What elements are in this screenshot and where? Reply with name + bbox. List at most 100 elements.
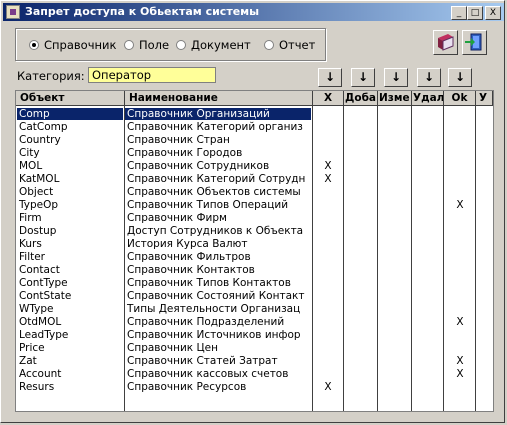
category-field[interactable]: Оператор [88, 67, 216, 83]
cell-object[interactable]: Dostup [17, 225, 123, 237]
cell-name[interactable]: Справочник Стран [125, 134, 311, 146]
cell-name[interactable]: История Курса Валют [125, 238, 311, 250]
cell-ok-mark[interactable]: X [452, 355, 468, 367]
title-bar[interactable]: Запрет доступа к Обьектам системы _ □ X [3, 3, 504, 21]
book-button[interactable] [433, 30, 458, 55]
cell-object[interactable]: Object [17, 186, 123, 198]
column-header-add[interactable]: Доба [344, 91, 378, 106]
table-row[interactable]: Price Справочник Цен [16, 342, 493, 355]
cell-object[interactable]: Contact [17, 264, 123, 276]
down-arrow-button-add[interactable]: ↓ [351, 68, 375, 87]
cell-object[interactable]: CatComp [17, 121, 123, 133]
cell-name[interactable]: Справочник Источников инфор [125, 329, 311, 341]
cell-object[interactable]: Resurs [17, 381, 123, 393]
table-row[interactable]: Firm Справочник Фирм [16, 212, 493, 225]
minimize-button[interactable]: _ [451, 6, 467, 20]
table-row[interactable]: WType Типы Деятельности Организац [16, 303, 493, 316]
table-row[interactable]: CatComp Справочник Категорий организ [16, 121, 493, 134]
table-row[interactable]: LeadType Справочник Источников инфор [16, 329, 493, 342]
cell-name[interactable]: Справочник Цен [125, 342, 311, 354]
table-row[interactable]: Kurs История Курса Валют [16, 238, 493, 251]
cell-name[interactable]: Справочник Фильтров [125, 251, 311, 263]
cell-object[interactable]: Country [17, 134, 123, 146]
cell-name[interactable]: Справочник Контактов [125, 264, 311, 276]
cell-object[interactable]: MOL [17, 160, 123, 172]
cell-object[interactable]: Price [17, 342, 123, 354]
table-row[interactable]: Country Справочник Стран [16, 134, 493, 147]
app-icon[interactable] [6, 5, 20, 19]
close-button[interactable]: X [485, 6, 501, 20]
table-row[interactable]: Comp Справочник Организаций [16, 108, 493, 121]
table-row[interactable]: ContState Справочник Состояний Контакт [16, 290, 493, 303]
cell-object[interactable]: Filter [17, 251, 123, 263]
table-row[interactable]: Account Справочник кассовых счетов X [16, 368, 493, 381]
table-row[interactable]: KatMOL Справочник Категорий Сотрудн X [16, 173, 493, 186]
cell-name[interactable]: Справочник Подразделений [125, 316, 311, 328]
down-arrow-button-delete[interactable]: ↓ [417, 68, 441, 87]
cell-name[interactable]: Справочник Типов Контактов [125, 277, 311, 289]
table-row[interactable]: Filter Справочник Фильтров [16, 251, 493, 264]
cell-name[interactable]: Справочник Сотрудников [125, 160, 311, 172]
cell-object[interactable]: Zat [17, 355, 123, 367]
cell-object[interactable]: ContState [17, 290, 123, 302]
cell-name[interactable]: Доступ Сотрудников к Объекта [125, 225, 311, 237]
cell-name[interactable]: Справочник Городов [125, 147, 311, 159]
table-row[interactable]: MOL Справочник Сотрудников X [16, 160, 493, 173]
cell-ok-mark[interactable]: X [452, 316, 468, 328]
cell-name[interactable]: Справочник Категорий Сотрудн [125, 173, 311, 185]
cell-name[interactable]: Справочник кассовых счетов [125, 368, 311, 380]
access-grid[interactable]: Объект Наименование X Доба Изме Удал Ok … [15, 90, 494, 412]
maximize-button[interactable]: □ [467, 6, 483, 20]
cell-object[interactable]: Comp [17, 108, 123, 120]
cell-ok-mark[interactable]: X [452, 199, 468, 211]
cell-name[interactable]: Справочник Типов Операций [125, 199, 311, 211]
cell-name[interactable]: Справочник Состояний Контакт [125, 290, 311, 302]
column-header-u[interactable]: У [476, 91, 493, 106]
cell-object[interactable]: OtdMOL [17, 316, 123, 328]
cell-name[interactable]: Справочник Объектов системы [125, 186, 311, 198]
column-header-delete[interactable]: Удал [412, 91, 444, 106]
cell-object[interactable]: ContType [17, 277, 123, 289]
down-arrow-button-x[interactable]: ↓ [318, 68, 342, 87]
radio-dokument[interactable]: Документ [176, 38, 251, 52]
cell-object[interactable]: TypeOp [17, 199, 123, 211]
cell-object[interactable]: Account [17, 368, 123, 380]
cell-name[interactable]: Справочник Категорий организ [125, 121, 311, 133]
cell-object[interactable]: LeadType [17, 329, 123, 341]
table-row[interactable]: Object Справочник Объектов системы [16, 186, 493, 199]
radio-otchet[interactable]: Отчет [264, 38, 315, 52]
cell-object[interactable]: Firm [17, 212, 123, 224]
cell-x-mark[interactable]: X [320, 173, 336, 185]
column-header-ok[interactable]: Ok [444, 91, 476, 106]
radio-selected-icon[interactable] [29, 40, 39, 50]
cell-object[interactable]: City [17, 147, 123, 159]
table-row[interactable]: Resurs Справочник Ресурсов X [16, 381, 493, 394]
cell-object[interactable]: Kurs [17, 238, 123, 250]
table-row[interactable]: Contact Справочник Контактов [16, 264, 493, 277]
cell-object[interactable]: KatMOL [17, 173, 123, 185]
cell-name[interactable]: Справочник Организаций [125, 108, 311, 120]
down-arrow-button-edit[interactable]: ↓ [384, 68, 408, 87]
column-header-edit[interactable]: Изме [378, 91, 412, 106]
column-header-name[interactable]: Наименование [125, 91, 313, 106]
down-arrow-button-ok[interactable]: ↓ [448, 68, 472, 87]
cell-name[interactable]: Справочник Статей Затрат [125, 355, 311, 367]
radio-icon[interactable] [176, 40, 186, 50]
table-row[interactable]: Dostup Доступ Сотрудников к Объекта [16, 225, 493, 238]
table-row[interactable]: OtdMOL Справочник Подразделений X [16, 316, 493, 329]
table-row[interactable]: ContType Справочник Типов Контактов [16, 277, 493, 290]
cell-ok-mark[interactable]: X [452, 368, 468, 380]
cell-name[interactable]: Справочник Ресурсов [125, 381, 311, 393]
radio-pole[interactable]: Поле [124, 38, 169, 52]
cell-name[interactable]: Типы Деятельности Организац [125, 303, 311, 315]
table-row[interactable]: Zat Справочник Статей Затрат X [16, 355, 493, 368]
table-row[interactable]: TypeOp Справочник Типов Операций X [16, 199, 493, 212]
radio-icon[interactable] [124, 40, 134, 50]
column-header-x[interactable]: X [313, 91, 344, 106]
cell-name[interactable]: Справочник Фирм [125, 212, 311, 224]
radio-spravochnik[interactable]: Справочник [29, 38, 116, 52]
cell-x-mark[interactable]: X [320, 160, 336, 172]
table-row[interactable]: City Справочник Городов [16, 147, 493, 160]
cell-object[interactable]: WType [17, 303, 123, 315]
exit-button[interactable] [462, 30, 487, 55]
